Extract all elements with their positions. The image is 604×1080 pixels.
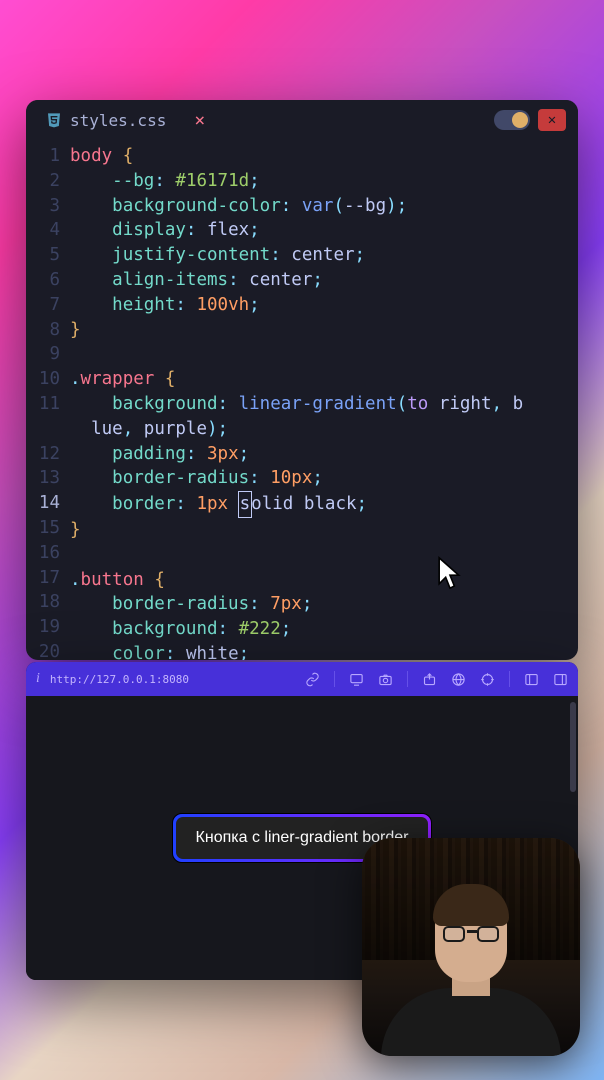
code-line[interactable]: body {: [70, 144, 578, 169]
info-icon[interactable]: i: [36, 671, 40, 687]
code-line[interactable]: .button {: [70, 568, 578, 593]
line-number: 14: [26, 491, 60, 516]
css-file-icon: [46, 112, 62, 128]
line-number: 17: [26, 566, 60, 591]
line-number: 11: [26, 392, 60, 417]
line-number: 12: [26, 442, 60, 467]
browser-toolbar: i http://127.0.0.1:8080: [26, 662, 578, 696]
code-line[interactable]: border-radius: 10px;: [70, 466, 578, 491]
code-area[interactable]: 1234567891011 121314151617181920 body { …: [26, 140, 578, 660]
code-line[interactable]: border: 1px solid black;: [70, 491, 578, 518]
tab-filename: styles.css: [70, 111, 166, 130]
code-content[interactable]: body { --bg: #16171d; background-color: …: [70, 144, 578, 660]
code-line[interactable]: .wrapper {: [70, 367, 578, 392]
code-line[interactable]: display: flex;: [70, 218, 578, 243]
code-line[interactable]: [70, 342, 578, 367]
code-line[interactable]: justify-content: center;: [70, 243, 578, 268]
code-line[interactable]: }: [70, 518, 578, 543]
target-icon[interactable]: [480, 672, 495, 687]
line-number: 15: [26, 516, 60, 541]
editor-tab-bar: styles.css × ✕: [26, 100, 578, 140]
line-number: 3: [26, 194, 60, 219]
webcam-overlay: [362, 838, 580, 1056]
code-line[interactable]: background-color: var(--bg);: [70, 194, 578, 219]
separator: [407, 671, 408, 687]
line-number: 2: [26, 169, 60, 194]
code-line[interactable]: }: [70, 318, 578, 343]
line-number: 7: [26, 293, 60, 318]
editor-controls: ✕: [494, 109, 566, 131]
code-line[interactable]: --bg: #16171d;: [70, 169, 578, 194]
line-number: 8: [26, 318, 60, 343]
code-line[interactable]: height: 100vh;: [70, 293, 578, 318]
panel-right-icon[interactable]: [553, 672, 568, 687]
webcam-person: [371, 896, 571, 1056]
code-line[interactable]: [70, 543, 578, 568]
code-line[interactable]: background: linear-gradient(to right, b …: [70, 392, 578, 442]
separator: [334, 671, 335, 687]
theme-toggle[interactable]: [494, 110, 530, 130]
export-icon[interactable]: [422, 672, 437, 687]
line-number: 5: [26, 243, 60, 268]
browser-url[interactable]: http://127.0.0.1:8080: [50, 673, 295, 686]
scrollbar[interactable]: [570, 702, 576, 792]
line-number: 4: [26, 218, 60, 243]
editor-tab[interactable]: styles.css ×: [38, 106, 213, 135]
screen-icon[interactable]: [349, 672, 364, 687]
line-number: 1: [26, 144, 60, 169]
code-line[interactable]: align-items: center;: [70, 268, 578, 293]
line-number-gutter: 1234567891011 121314151617181920: [26, 144, 70, 660]
line-number: 19: [26, 615, 60, 640]
panel-left-icon[interactable]: [524, 672, 539, 687]
camera-icon[interactable]: [378, 672, 393, 687]
globe-icon[interactable]: [451, 672, 466, 687]
line-number: 20: [26, 640, 60, 660]
code-line[interactable]: padding: 3px;: [70, 442, 578, 467]
code-line[interactable]: color: white;: [70, 642, 578, 660]
tab-close-icon[interactable]: ×: [194, 110, 205, 131]
window-close-button[interactable]: ✕: [538, 109, 566, 131]
line-number: 16: [26, 541, 60, 566]
code-line[interactable]: border-radius: 7px;: [70, 592, 578, 617]
line-number: 6: [26, 268, 60, 293]
line-number: 18: [26, 590, 60, 615]
link-icon[interactable]: [305, 672, 320, 687]
code-line[interactable]: background: #222;: [70, 617, 578, 642]
line-number: 13: [26, 466, 60, 491]
separator: [509, 671, 510, 687]
code-editor-window: styles.css × ✕ 1234567891011 12131415161…: [26, 100, 578, 660]
line-number: 10: [26, 367, 60, 392]
line-number: 9: [26, 342, 60, 367]
browser-toolbar-icons: [305, 671, 568, 687]
